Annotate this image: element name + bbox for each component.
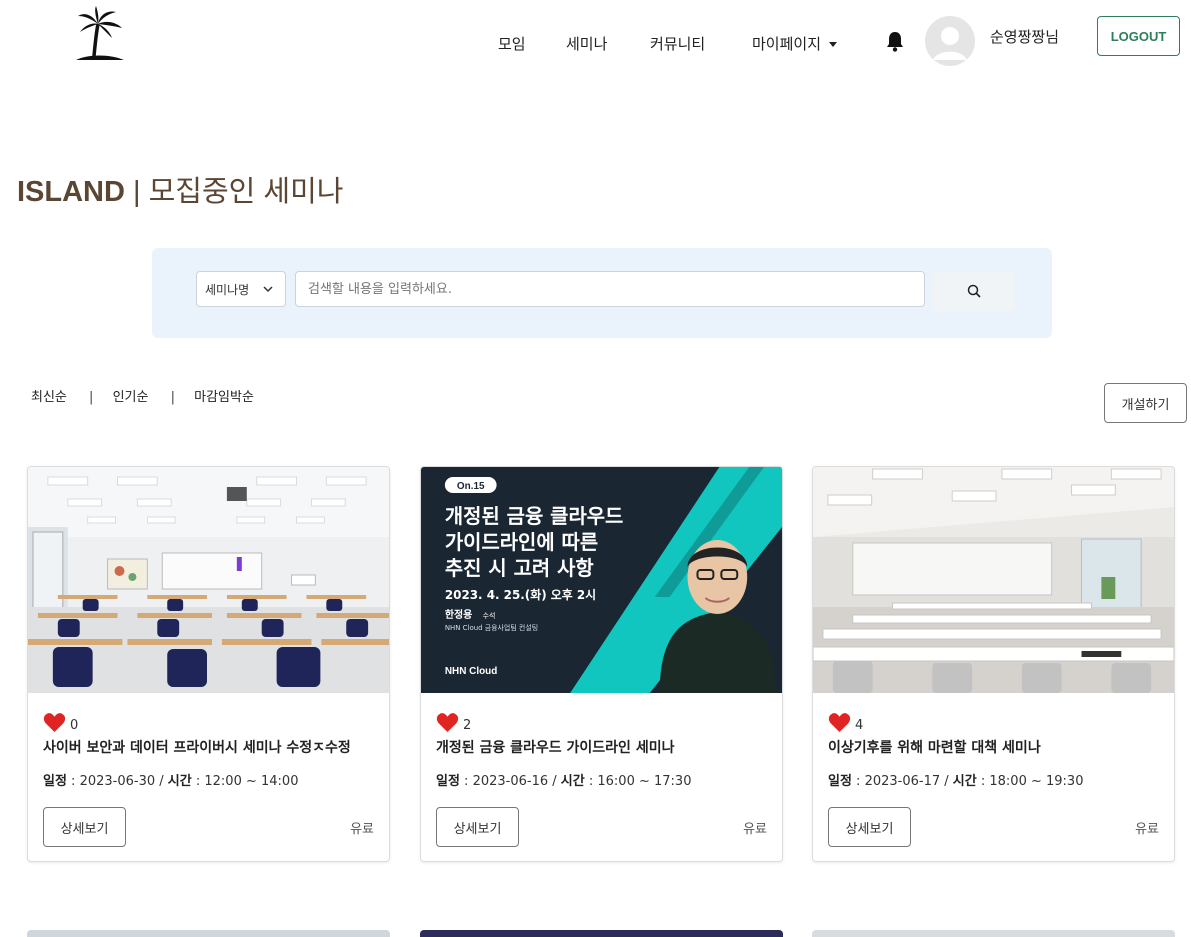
- card-body: 4 이상기후를 위해 마련할 대책 세미나 일정 : 2023-06-17 / …: [813, 693, 1174, 861]
- nav-seminar[interactable]: 세미나: [566, 33, 607, 54]
- search-category-value: 세미나명: [205, 282, 250, 297]
- poster-line2: 가이드라인에 따른: [445, 530, 598, 554]
- bell-icon[interactable]: [885, 30, 905, 52]
- classroom-image: [813, 467, 1174, 693]
- heart-icon[interactable]: [828, 712, 851, 733]
- user-avatar-icon[interactable]: [925, 16, 975, 66]
- likes: 4: [828, 711, 1159, 733]
- page-title-text: 모집중인 세미나: [148, 176, 344, 208]
- sort-deadline[interactable]: 마감임박순: [194, 390, 254, 405]
- nav-mypage-dropdown[interactable]: 마이페이지: [752, 33, 838, 54]
- sort-latest[interactable]: 최신순: [31, 390, 67, 405]
- poster-date: 2023. 4. 25.(화) 오후 2시: [445, 587, 596, 602]
- search-input[interactable]: [295, 271, 925, 307]
- seminar-card-next: [812, 930, 1175, 937]
- sort-popular[interactable]: 인기순: [113, 390, 149, 405]
- time-label: 시간: [560, 774, 585, 789]
- sort-bar: 최신순 | 인기순 | 마감임박순: [31, 386, 254, 405]
- heart-icon[interactable]: [436, 712, 459, 733]
- open-seminar-button[interactable]: 개설하기: [1104, 383, 1187, 423]
- schedule-time: 12:00 ~ 14:00: [204, 774, 299, 789]
- sort-separator: |: [89, 390, 94, 405]
- seminar-card-next: [27, 930, 390, 937]
- palm-tree-logo-icon[interactable]: [72, 4, 128, 62]
- search-button[interactable]: [932, 271, 1015, 311]
- detail-button[interactable]: 상세보기: [828, 807, 911, 847]
- poster-line1: 개정된 금융 클라우드: [445, 504, 623, 528]
- poster-line3: 추진 시 고려 사항: [445, 556, 594, 580]
- poster-speaker: 한정용: [445, 608, 472, 621]
- chevron-down-icon: [263, 286, 273, 293]
- schedule-label: 일정: [43, 774, 67, 789]
- detail-button[interactable]: 상세보기: [43, 807, 126, 847]
- likes: 0: [43, 711, 374, 733]
- search-icon: [967, 284, 981, 298]
- nav-meeting[interactable]: 모임: [498, 33, 526, 54]
- page-title: ISLAND | 모집중인 세미나: [17, 168, 343, 210]
- card-title: 이상기후를 위해 마련할 대책 세미나: [828, 740, 1041, 756]
- price-type: 유료: [1135, 822, 1159, 837]
- page-title-separator: |: [124, 176, 149, 208]
- nav-community[interactable]: 커뮤니티: [650, 33, 705, 54]
- poster-speaker-title: 수석: [483, 611, 496, 620]
- search-category-select[interactable]: 세미나명: [196, 271, 286, 307]
- card-title: 개정된 금융 클라우드 가이드라인 세미나: [436, 740, 675, 756]
- seminar-card-next: [420, 930, 783, 937]
- page-title-brand: ISLAND: [17, 176, 125, 208]
- price-type: 유료: [743, 822, 767, 837]
- top-navbar: 모임 세미나 커뮤니티 마이페이지 순영짱짱님 LOGOUT: [0, 0, 1191, 80]
- heart-icon[interactable]: [43, 712, 66, 733]
- card-schedule: 일정 : 2023-06-16 / 시간 : 16:00 ~ 17:30: [436, 774, 692, 789]
- price-type: 유료: [350, 822, 374, 837]
- seminar-poster-image: On.15 개정된 금융 클라우드 가이드라인에 따른 추진 시 고려 사항 2…: [421, 467, 782, 693]
- card-footer: 상세보기 유료: [43, 807, 374, 847]
- schedule-date: 2023-06-17: [864, 774, 941, 789]
- schedule-time: 18:00 ~ 19:30: [989, 774, 1084, 789]
- search-panel: 세미나명: [152, 248, 1052, 338]
- time-label: 시간: [167, 774, 192, 789]
- poster-badge: On.15: [457, 481, 485, 492]
- card-schedule: 일정 : 2023-06-17 / 시간 : 18:00 ~ 19:30: [828, 774, 1084, 789]
- sort-separator: |: [170, 390, 175, 405]
- time-label: 시간: [952, 774, 977, 789]
- user-name: 순영짱짱님: [990, 28, 1060, 46]
- logout-button[interactable]: LOGOUT: [1097, 16, 1180, 56]
- poster-logo: NHN Cloud: [445, 666, 497, 677]
- seminar-card: 0 사이버 보안과 데이터 프라이버시 세미나 수정ㅈ수정 일정 : 2023-…: [27, 466, 390, 862]
- schedule-date: 2023-06-30: [79, 774, 156, 789]
- card-body: 2 개정된 금융 클라우드 가이드라인 세미나 일정 : 2023-06-16 …: [421, 693, 782, 861]
- schedule-label: 일정: [828, 774, 852, 789]
- seminar-card: 4 이상기후를 위해 마련할 대책 세미나 일정 : 2023-06-17 / …: [812, 466, 1175, 862]
- card-title: 사이버 보안과 데이터 프라이버시 세미나 수정ㅈ수정: [43, 740, 351, 756]
- schedule-label: 일정: [436, 774, 460, 789]
- classroom-image: [28, 467, 389, 693]
- card-footer: 상세보기 유료: [436, 807, 767, 847]
- likes: 2: [436, 711, 767, 733]
- like-count: 2: [463, 718, 472, 733]
- like-count: 0: [70, 718, 79, 733]
- detail-button[interactable]: 상세보기: [436, 807, 519, 847]
- schedule-date: 2023-06-16: [472, 774, 549, 789]
- nav-mypage-label: 마이페이지: [752, 35, 822, 53]
- like-count: 4: [855, 718, 864, 733]
- card-schedule: 일정 : 2023-06-30 / 시간 : 12:00 ~ 14:00: [43, 774, 299, 789]
- poster-org: NHN Cloud 금융사업팀 컨설팅: [445, 623, 538, 632]
- card-footer: 상세보기 유료: [828, 807, 1159, 847]
- schedule-time: 16:00 ~ 17:30: [597, 774, 692, 789]
- card-body: 0 사이버 보안과 데이터 프라이버시 세미나 수정ㅈ수정 일정 : 2023-…: [28, 693, 389, 861]
- seminar-card: On.15 개정된 금융 클라우드 가이드라인에 따른 추진 시 고려 사항 2…: [420, 466, 783, 862]
- caret-down-icon: [829, 42, 838, 47]
